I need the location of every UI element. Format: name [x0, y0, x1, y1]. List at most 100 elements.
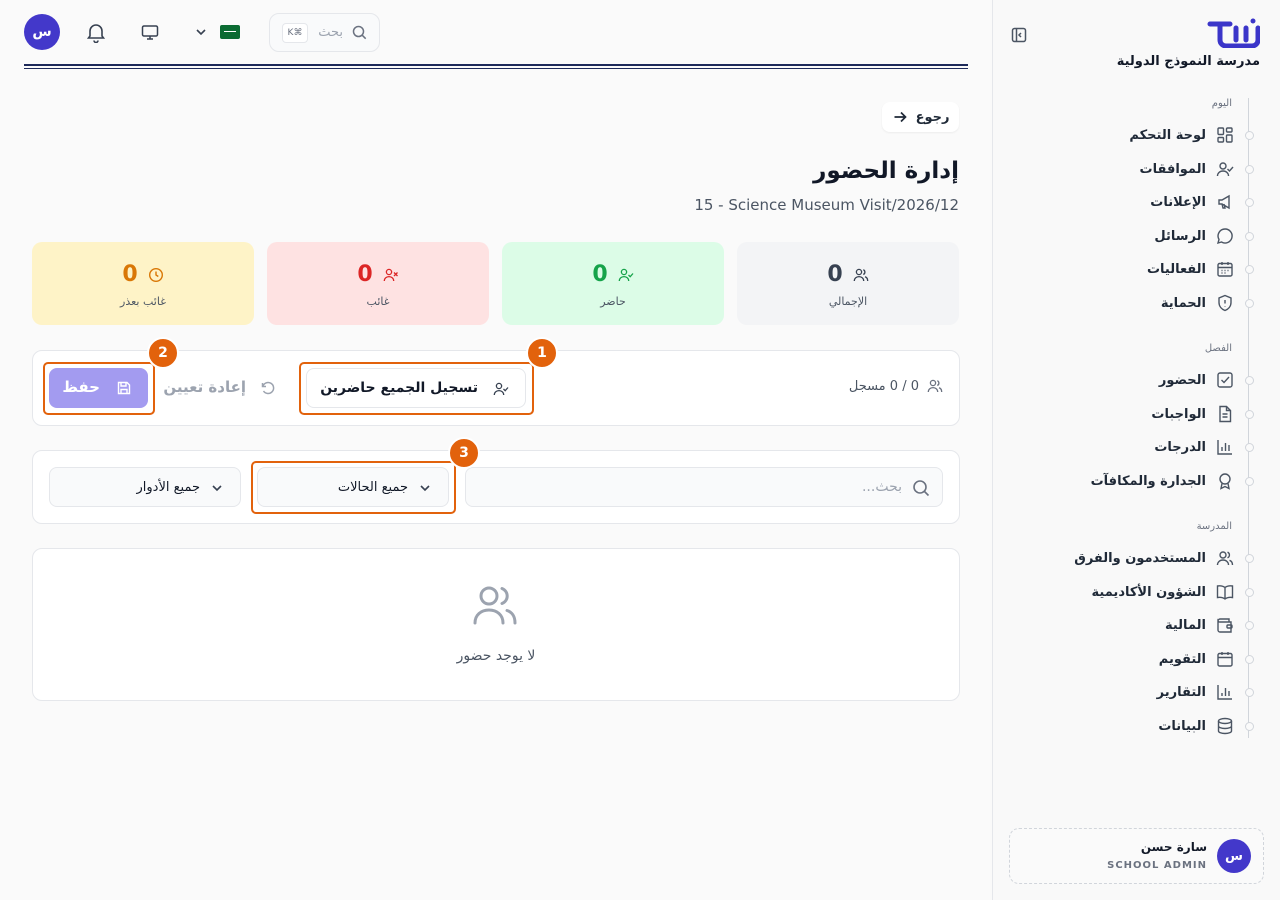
reset-button[interactable]: إعادة تعيين [162, 368, 290, 408]
sidebar-item-label: الدرجات [1154, 439, 1206, 455]
sidebar-item-label: لوحة التحكم [1129, 127, 1206, 143]
sidebar-item-label: المستخدمون والفرق [1074, 550, 1206, 566]
stat-card-absent: 0 غائب [267, 242, 489, 325]
stat-value: 0 [827, 262, 843, 287]
user-name: سارة حسن [1140, 840, 1207, 854]
sidebar-item-users[interactable]: المستخدمون والفرق [992, 542, 1280, 574]
search-icon [352, 25, 367, 40]
nav-dot [1245, 721, 1254, 731]
bell-icon[interactable] [85, 21, 107, 43]
user-avatar: س [1217, 839, 1251, 873]
topbar: س K⌘ بحث [24, 12, 968, 52]
rotate-ccw-icon [260, 380, 276, 396]
user-check-icon [618, 267, 634, 283]
section-title-today: اليوم [1211, 98, 1232, 109]
check-square-icon [1216, 371, 1234, 389]
role-filter-select[interactable]: جميع الأدوار [49, 467, 241, 507]
sidebar-item-merits[interactable]: الجدارة والمكافآت [992, 465, 1280, 497]
avatar[interactable]: س [24, 14, 60, 50]
document-icon [1216, 405, 1234, 423]
calendar-icon [1216, 650, 1234, 668]
sidebar-collapse-icon[interactable] [1010, 26, 1028, 44]
nav-dot [1245, 476, 1254, 486]
user-check-icon [1216, 160, 1234, 178]
sidebar-item-academics[interactable]: الشؤون الأكاديمية [992, 576, 1280, 608]
sidebar-item-label: الشؤون الأكاديمية [1091, 584, 1206, 600]
sidebar-item-events[interactable]: الفعاليات [992, 253, 1280, 285]
search-input[interactable]: بحث... [465, 467, 943, 507]
stat-label: الإجمالي [828, 295, 868, 308]
chevron-down-icon [194, 25, 208, 39]
callout-highlight-2 [43, 362, 155, 415]
callout-badge-2: 2 [147, 337, 179, 369]
sidebar-item-assignments[interactable]: الواجبات [992, 398, 1280, 430]
sidebar-item-finance[interactable]: المالية [992, 609, 1280, 641]
users-icon [471, 581, 519, 629]
section-title-class: الفصل [1204, 343, 1232, 354]
sidebar-item-dashboard[interactable]: لوحة التحكم [992, 119, 1280, 151]
nav-dot [1245, 553, 1254, 563]
sidebar-item-reports[interactable]: التقارير [992, 676, 1280, 708]
sidebar-item-label: الواجبات [1151, 406, 1206, 422]
back-button[interactable]: رجوع [882, 102, 959, 132]
sidebar-item-label: الحماية [1160, 295, 1206, 311]
callout-badge-1: 1 [526, 337, 558, 369]
stat-card-excused: 0 غائب بعذر [32, 242, 254, 325]
sidebar-item-announcements[interactable]: الإعلانات [992, 186, 1280, 218]
reset-label: إعادة تعيين [163, 378, 246, 396]
sidebar-item-label: الرسائل [1154, 228, 1206, 244]
search-shortcut: K⌘ [282, 23, 308, 43]
bar-chart-icon [1216, 438, 1234, 456]
nav-dot [1245, 197, 1254, 207]
sidebar-item-data[interactable]: البيانات [992, 710, 1280, 742]
back-label: رجوع [915, 109, 950, 125]
callout-badge-3: 3 [448, 437, 480, 469]
shield-icon [1216, 294, 1234, 312]
sidebar-item-label: التقويم [1158, 651, 1206, 667]
stat-label: غائب [366, 295, 390, 308]
stat-card-present: 0 حاضر [502, 242, 724, 325]
sidebar-item-label: الفعاليات [1146, 261, 1206, 277]
dashboard-icon [1216, 126, 1234, 144]
sidebar-header [1010, 18, 1260, 52]
nav-dot [1245, 620, 1254, 630]
global-search-input[interactable]: K⌘ بحث [269, 13, 380, 52]
sidebar-item-approvals[interactable]: الموافقات [992, 153, 1280, 185]
sidebar-item-label: الموافقات [1139, 161, 1206, 177]
stat-value: 0 [592, 262, 608, 287]
empty-state-message: لا يوجد حضور [456, 648, 536, 664]
clock-icon [148, 267, 164, 283]
language-selector[interactable] [194, 22, 242, 42]
registered-count: 0 / 0 مسجل [849, 378, 943, 394]
sidebar-item-messages[interactable]: الرسائل [992, 220, 1280, 252]
user-x-icon [383, 267, 399, 283]
sidebar-item-label: الإعلانات [1150, 194, 1206, 210]
search-placeholder: بحث... [861, 479, 902, 495]
nav-dot [1245, 298, 1254, 308]
page-title: إدارة الحضور [813, 158, 959, 184]
section-title-school: المدرسة [1196, 521, 1232, 532]
sidebar-item-attendance[interactable]: الحضور [992, 364, 1280, 396]
users-icon [1216, 549, 1234, 567]
monitor-icon[interactable] [141, 23, 159, 41]
sidebar-item-calendar[interactable]: التقويم [992, 643, 1280, 675]
stat-label: حاضر [600, 295, 626, 308]
saudi-flag-icon [220, 25, 240, 39]
nav-dot [1245, 375, 1254, 385]
registered-count-label: 0 / 0 مسجل [848, 378, 919, 394]
page-subtitle: 15 - Science Museum Visit/2026/12 [694, 196, 959, 214]
user-card[interactable]: س سارة حسن SCHOOL ADMIN [1009, 828, 1264, 884]
arrow-right-icon [894, 111, 907, 123]
chart-icon [1216, 683, 1234, 701]
callout-highlight-3 [251, 461, 456, 514]
sidebar-item-label: التقارير [1156, 684, 1206, 700]
sidebar-item-grades[interactable]: الدرجات [992, 431, 1280, 463]
chevron-down-icon [210, 481, 224, 495]
nav-dot [1245, 654, 1254, 664]
stat-value: 0 [122, 262, 138, 287]
message-icon [1216, 227, 1234, 245]
sidebar-item-safeguarding[interactable]: الحماية [992, 287, 1280, 319]
wallet-icon [1216, 616, 1234, 634]
sidebar-item-label: المالية [1164, 617, 1206, 633]
nav-dot [1245, 264, 1254, 274]
